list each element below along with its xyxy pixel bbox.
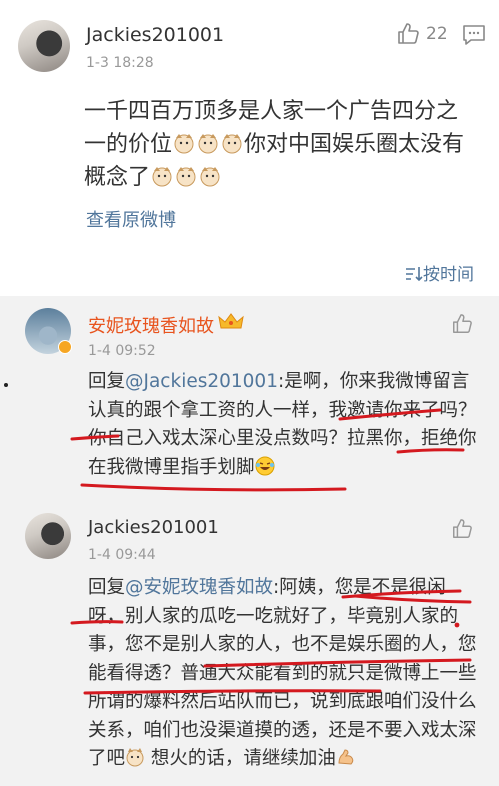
reply1-text: 回复@Jackies201001:是啊，你来我微博留言认真的跟个拿工资的人一样，… [88,368,478,482]
view-original-link[interactable]: 查看原微博 [86,206,176,232]
reply1-username[interactable]: 安妮玫瑰香如故 [88,312,214,338]
sort-label: 按时间 [423,265,474,285]
reply2-time: 1-4 09:44 [88,547,156,563]
mention-link[interactable]: @Jackies201001 [125,371,278,392]
bullet-dot [4,383,8,387]
cat-emoji-icon [200,167,220,187]
avatar[interactable] [18,20,70,72]
comment-icon[interactable] [462,24,486,46]
reply-prefix: 回复 [88,577,126,598]
cat-emoji-icon [222,134,242,154]
post-username[interactable]: Jackies201001 [86,24,224,46]
reply2-username[interactable]: Jackies201001 [88,517,219,538]
thumbs-up-icon[interactable] [396,22,420,46]
reply2-tail: 想火的话，请继续加油 [150,748,336,769]
flexed-arm-icon [338,749,354,765]
main-post: Jackies201001 1-3 18:28 22 一千四百万顶多是人家一个广… [0,0,499,290]
reply-prefix: 回复 [88,371,126,392]
post-time: 1-3 18:28 [86,55,154,71]
thumbs-up-icon[interactable] [451,518,473,540]
post-text-line2b: 你对中国娱乐圈太没有 [244,132,465,157]
vip-crown-icon [218,313,244,329]
laughing-emoji-icon [255,456,275,475]
reply2-body: :阿姨，您是不是很闲呀，别人家的瓜吃一吃就好了，毕竟别人家的事，您不是别人家的人… [88,577,477,769]
post-text: 一千四百万顶多是人家一个广告四分之 一的价位 你对中国娱乐圈太没有 概念了 [84,95,484,194]
cat-emoji-icon [198,134,218,154]
sort-by-time-button[interactable]: 按时间 [405,260,474,285]
cat-emoji-icon [174,134,194,154]
reply2-text: 回复@安妮玫瑰香如故:阿姨，您是不是很闲呀，别人家的瓜吃一吃就好了，毕竟别人家的… [88,574,478,774]
like-count: 22 [426,24,448,44]
cat-emoji-icon [176,167,196,187]
reply1-time: 1-4 09:52 [88,343,156,359]
post-text-line3: 概念了 [84,165,151,190]
verified-badge [58,340,72,354]
mention-link[interactable]: @安妮玫瑰香如故 [125,577,273,598]
cat-emoji-icon [126,748,144,767]
cat-emoji-icon [152,167,172,187]
avatar[interactable] [25,513,71,559]
thumbs-up-icon[interactable] [451,313,473,335]
post-text-line2a: 一的价位 [84,132,173,157]
post-text-line1: 一千四百万顶多是人家一个广告四分之 [84,99,459,124]
sort-icon [406,267,423,282]
